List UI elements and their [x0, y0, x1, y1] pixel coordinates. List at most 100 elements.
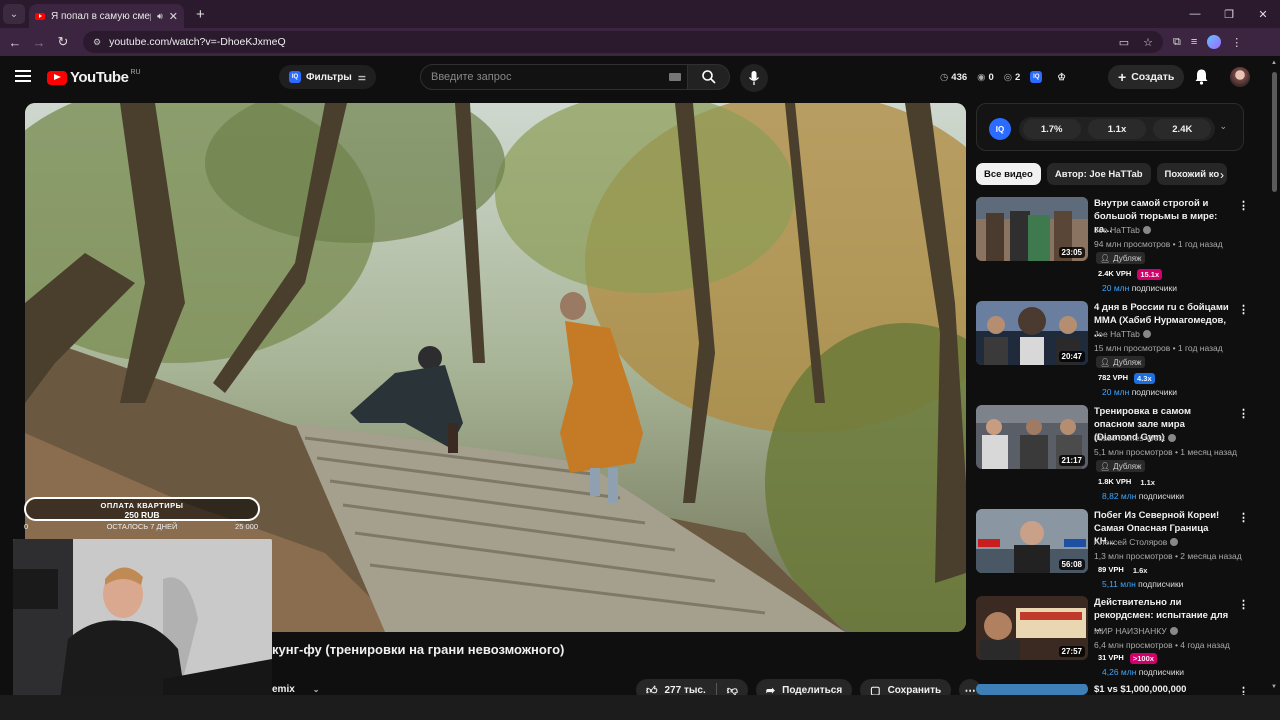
keyboard-icon[interactable]: [669, 73, 681, 81]
video-thumbnail[interactable]: 27:57: [976, 596, 1088, 660]
list-item[interactable]: 56:08 Побег Из Северной Кореи! Самая Опа…: [976, 509, 1276, 609]
chip-similar[interactable]: Похожий ко: [1156, 163, 1228, 185]
more-options-icon[interactable]: ⋮: [1238, 511, 1249, 524]
video-thumbnail[interactable]: 23:05: [976, 197, 1088, 261]
chevron-right-icon[interactable]: ›: [1220, 168, 1224, 182]
webcam-image: [13, 539, 272, 715]
multiplier-badge: 4.3x: [1134, 373, 1155, 384]
tab-list-button[interactable]: ⌄: [3, 4, 25, 24]
video-thumbnail[interactable]: 20:47: [976, 301, 1088, 365]
tab-close-icon[interactable]: ✕: [169, 10, 178, 23]
vph-stats: 31 VPH >100x: [1098, 653, 1157, 664]
chevron-down-icon[interactable]: ⌄: [1219, 121, 1227, 132]
hamburger-menu-icon[interactable]: [15, 70, 31, 84]
video-thumbnail[interactable]: 56:08: [976, 509, 1088, 573]
rec-channel[interactable]: Алексей Столяров: [1094, 537, 1179, 547]
list-item[interactable]: 27:57 Действительно ли рекордсмен: испыт…: [976, 596, 1276, 696]
back-arrow-icon[interactable]: ←: [3, 35, 27, 50]
vph-stats: 1.8K VPH 1.1x: [1098, 477, 1158, 488]
subs-label: подписчики: [1131, 283, 1177, 293]
rec-channel[interactable]: Joe HaTTab: [1094, 225, 1151, 235]
forward-arrow-icon[interactable]: →: [27, 35, 51, 50]
metric-multiplier[interactable]: 1.1x: [1087, 119, 1146, 139]
more-options-icon[interactable]: ⋮: [1238, 598, 1249, 611]
logo-region: RU: [130, 69, 141, 76]
audio-playing-icon[interactable]: 🔊︎: [157, 11, 163, 22]
rec-meta: 1,3 млн просмотров • 2 месяца назад: [1094, 551, 1242, 561]
list-item[interactable]: 21:17 Тренировка в самом опасном зале ми…: [976, 405, 1276, 505]
subscriber-count: 5,11 млн подписчики: [1102, 579, 1183, 589]
maximize-button[interactable]: ❐: [1212, 8, 1246, 21]
metric-vph[interactable]: 2.4K: [1153, 119, 1212, 139]
eye-off-icon: ◎: [1003, 71, 1013, 83]
more-options-icon[interactable]: ⋮: [1238, 303, 1249, 316]
rec-channel-name: Jesse James West: [1094, 433, 1166, 443]
url-text[interactable]: youtube.com/watch?v=-DhoeKJxmeQ: [109, 36, 1105, 48]
video-thumbnail[interactable]: [976, 683, 1088, 695]
scrollbar-thumb[interactable]: [1272, 72, 1277, 192]
new-tab-button[interactable]: +: [196, 6, 205, 23]
list-item[interactable]: 23:05 Внутри самой строгой и большой тюр…: [976, 197, 1276, 297]
more-options-icon[interactable]: ⋮: [1238, 407, 1249, 420]
multiplier-badge: 1.1x: [1140, 478, 1155, 487]
list-item[interactable]: 20:47 4 дня в России ru с бойцами MMA (Х…: [976, 301, 1276, 401]
minimize-button[interactable]: —: [1178, 8, 1212, 20]
iq-extension-icon[interactable]: IQ: [1030, 71, 1043, 83]
reload-icon[interactable]: ↻: [51, 34, 75, 50]
subs-number: 4,26 млн: [1102, 667, 1137, 677]
clock-icon: ◷: [940, 71, 949, 83]
channel-name[interactable]: emix ⌄: [272, 684, 320, 695]
profile-icon[interactable]: [1207, 35, 1222, 49]
list-item[interactable]: $1 vs $1,000,000,000 ⋮: [976, 683, 1276, 695]
extensions-icon[interactable]: ⧉: [1173, 36, 1181, 49]
close-window-button[interactable]: ✕: [1246, 8, 1280, 21]
rec-meta: 6,4 млн просмотров • 4 года назад: [1094, 640, 1230, 650]
address-bar[interactable]: ⚙︎ youtube.com/watch?v=-DhoeKJxmeQ ▭ ☆: [83, 31, 1163, 53]
search-button[interactable]: [688, 64, 730, 90]
video-thumbnail[interactable]: 21:17: [976, 405, 1088, 469]
more-options-icon[interactable]: ⋮: [1238, 199, 1249, 212]
youtube-logo[interactable]: YouTube RU: [47, 69, 141, 86]
subscriber-count: 4,26 млн подписчики: [1102, 667, 1184, 677]
account-avatar[interactable]: [1230, 67, 1250, 87]
rec-channel[interactable]: МИР НАИЗНАНКУ: [1094, 626, 1178, 636]
chip-all-videos[interactable]: Все видео: [976, 163, 1041, 185]
multiplier-badge: >100x: [1129, 653, 1157, 664]
eye-icon: ◉: [977, 71, 986, 83]
goal-days-left: ОСТАЛОСЬ 7 ДНЕЙ: [106, 522, 178, 531]
vph-stats: 89 VPH 1.6x: [1098, 565, 1150, 576]
subscriber-count: 20 млн подписчики: [1102, 387, 1177, 397]
scroll-down-icon[interactable]: ▼: [1271, 684, 1277, 690]
cast-icon[interactable]: ▭: [1119, 36, 1129, 49]
bookmark-star-icon[interactable]: ☆: [1143, 36, 1153, 49]
filters-button[interactable]: IQ Фильтры ⚌: [279, 65, 376, 89]
browser-menu-icon[interactable]: ⋮: [1231, 36, 1242, 49]
metric-engagement[interactable]: 1.7%: [1022, 119, 1081, 139]
voice-search-button[interactable]: [740, 64, 768, 92]
rec-title[interactable]: $1 vs $1,000,000,000: [1094, 683, 1230, 695]
goal-max: 25 000: [235, 522, 258, 531]
rec-channel[interactable]: Jesse James West: [1094, 433, 1177, 443]
media-control-icon[interactable]: ≡: [1191, 36, 1197, 48]
page-scrollbar[interactable]: ▲ ▼: [1271, 60, 1278, 692]
rec-channel[interactable]: Joe HaTTab: [1094, 329, 1151, 339]
scroll-up-icon[interactable]: ▲: [1271, 60, 1277, 66]
video-title: кунг-фу (тренировки на грани невозможног…: [272, 642, 565, 657]
search-input[interactable]: Введите запрос: [420, 64, 688, 90]
extension-stats[interactable]: ◷ 436 ◉ 0 ◎ 2 IQ ♔: [940, 66, 1066, 88]
dub-badge: 👤︎ Дубляж: [1096, 252, 1146, 264]
subs-label: подписчики: [1131, 387, 1177, 397]
iq-logo-icon[interactable]: IQ: [989, 118, 1011, 140]
browser-tab-active[interactable]: Я попал в самую смертон 🔊︎ ✕: [29, 4, 184, 28]
create-button[interactable]: + Создать: [1108, 65, 1185, 89]
stat-2: 0: [988, 71, 994, 83]
site-info-icon[interactable]: ⚙︎: [93, 37, 101, 48]
vph-stats: 782 VPH 4.3x: [1098, 373, 1155, 384]
chip-by-author[interactable]: Автор: Joe HaTTab: [1046, 163, 1151, 185]
trophy-icon[interactable]: ♔: [1057, 72, 1066, 83]
notifications-button[interactable]: [1194, 68, 1209, 90]
chevron-down-icon[interactable]: ⌄: [313, 685, 320, 694]
like-count[interactable]: 277 тыс.: [665, 685, 706, 696]
more-options-icon[interactable]: ⋮: [1238, 685, 1249, 695]
iq-extension-icon: IQ: [289, 71, 301, 83]
